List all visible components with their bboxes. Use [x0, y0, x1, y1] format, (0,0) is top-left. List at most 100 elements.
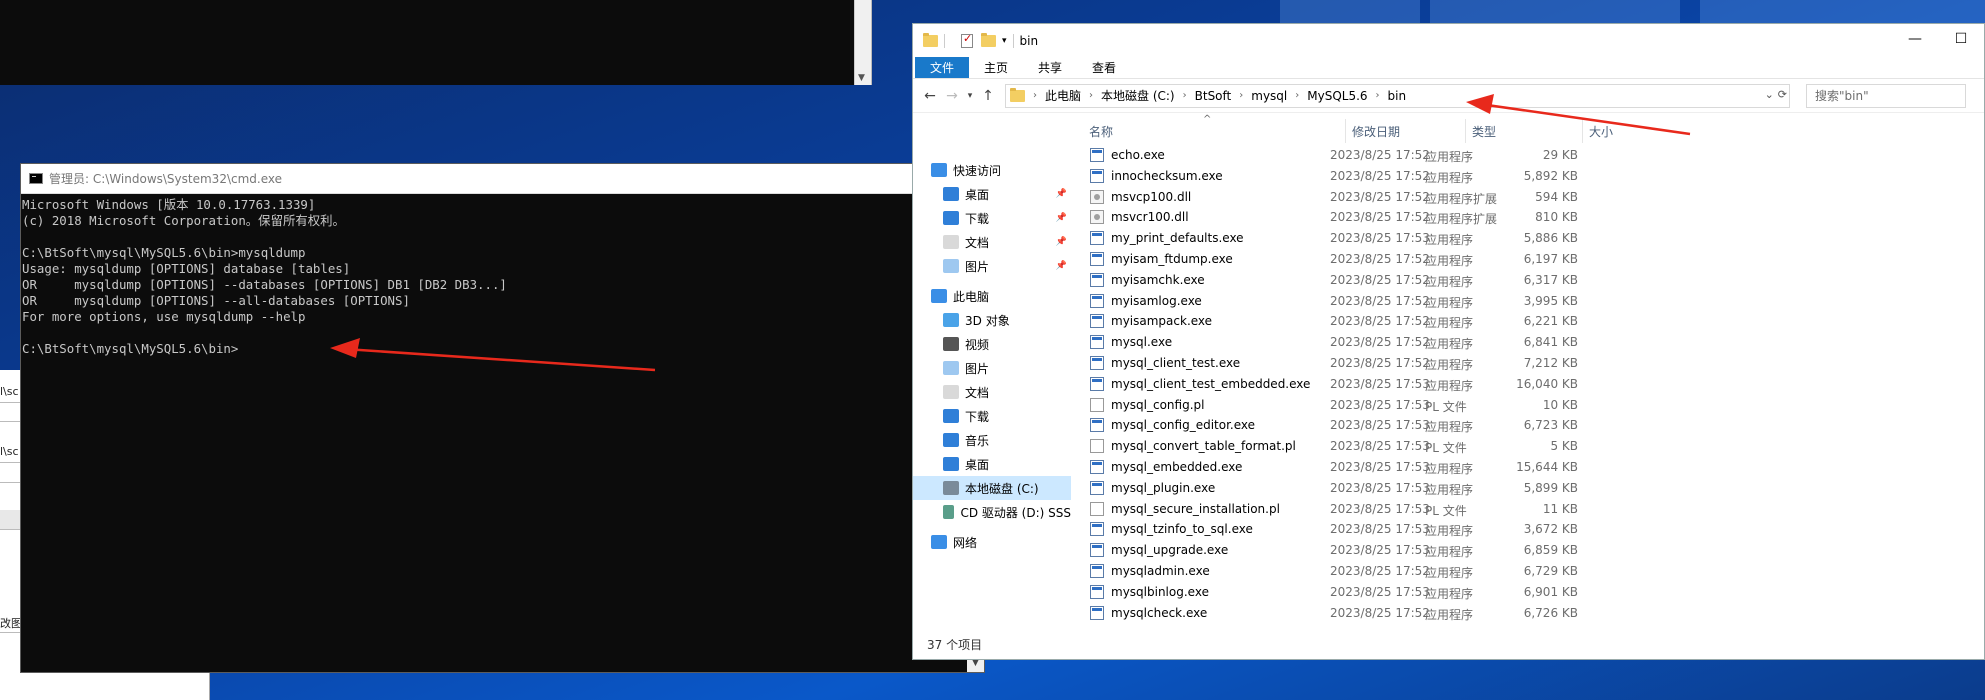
file-type: 应用程序 — [1425, 150, 1474, 164]
nav-item[interactable]: 此电脑 — [913, 284, 1071, 308]
scroll-down-icon[interactable]: ▼ — [967, 658, 984, 672]
file-row[interactable]: msvcp100.dll 2023/8/25 17:52 应用程序扩展 594 KB — [1083, 187, 1703, 208]
tab-share[interactable]: 共享 — [1023, 57, 1077, 78]
chevron-right-icon[interactable]: › — [1295, 90, 1299, 101]
tab-file[interactable]: 文件 — [915, 57, 970, 78]
column-header-name[interactable]: 名称 — [1083, 119, 1345, 143]
nav-item[interactable]: 网络 — [913, 530, 1071, 554]
console-line: Usage: mysqldump [OPTIONS] database [tab… — [22, 261, 351, 276]
search-input[interactable]: 搜索"bin" — [1806, 83, 1966, 108]
nav-item[interactable]: 音乐 — [913, 428, 1071, 452]
file-row[interactable]: mysql_secure_installation.pl 2023/8/25 17… — [1083, 499, 1703, 520]
address-row: ← → ▾ ↑ › 此电脑 › 本地磁盘 (C:) › BtSoft › mys… — [913, 79, 1984, 113]
breadcrumb-item[interactable]: MySQL5.6 — [1307, 89, 1367, 103]
nav-item[interactable]: 桌面 — [913, 452, 1071, 476]
nav-item[interactable]: 视频 — [913, 332, 1071, 356]
nav-item[interactable]: 文档 📌 — [913, 230, 1071, 254]
pin-icon[interactable]: 📌 — [1056, 261, 1067, 271]
file-row[interactable]: mysql_client_test_embedded.exe 2023/8/25 … — [1083, 374, 1703, 395]
nav-item[interactable]: 快速访问 — [913, 158, 1071, 182]
file-row[interactable]: echo.exe 2023/8/25 17:52 应用程序 29 KB — [1083, 145, 1703, 166]
breadcrumb-item[interactable]: mysql — [1251, 89, 1287, 103]
breadcrumb-item[interactable]: 本地磁盘 (C:) — [1101, 87, 1175, 104]
pin-icon[interactable]: 📌 — [1056, 237, 1067, 247]
back-icon[interactable]: ← — [919, 88, 941, 104]
file-size: 6,841 KB — [1523, 335, 1578, 350]
file-row[interactable]: myisamchk.exe 2023/8/25 17:52 应用程序 6,317 KB — [1083, 270, 1703, 291]
file-list: ^ 名称 修改日期 类型 大小 echo.exe 2023/8/25 17:52 应… — [1083, 114, 1984, 639]
pin-icon[interactable]: 📌 — [1056, 189, 1067, 199]
console-output[interactable]: Microsoft Windows [版本 10.0.17763.1339] (c… — [21, 194, 984, 360]
quick-access-dropdown-icon[interactable]: ▾ — [1002, 36, 1007, 46]
new-folder-icon[interactable] — [981, 32, 996, 47]
breadcrumb-item[interactable]: BtSoft — [1195, 89, 1232, 103]
maximize-button[interactable]: ☐ — [1938, 24, 1984, 54]
file-row[interactable]: msvcr100.dll 2023/8/25 17:52 应用程序扩展 810 KB — [1083, 207, 1703, 228]
file-type: 应用程序 — [1425, 274, 1474, 289]
chevron-right-icon[interactable]: › — [1376, 90, 1380, 101]
file-row[interactable]: mysqlcheck.exe 2023/8/25 17:52 应用程序 6,726 K… — [1083, 603, 1703, 624]
chevron-right-icon[interactable]: › — [1183, 90, 1187, 101]
tab-home[interactable]: 主页 — [969, 57, 1023, 78]
application-icon — [1090, 272, 1104, 287]
pin-icon[interactable]: 📌 — [1056, 213, 1067, 223]
file-row[interactable]: mysql_convert_table_format.pl 2023/8/25 1… — [1083, 436, 1703, 457]
vertical-scrollbar[interactable]: ▼ — [854, 0, 871, 85]
file-row[interactable]: innochecksum.exe 2023/8/25 17:52 应用程序 5,892… — [1083, 166, 1703, 187]
nav-item[interactable]: 图片 — [913, 356, 1071, 380]
forward-icon[interactable]: → — [941, 88, 963, 104]
column-header-size[interactable]: 大小 — [1582, 119, 1702, 143]
file-row[interactable]: mysql_config.pl 2023/8/25 17:53 PL 文件 10 KB — [1083, 395, 1703, 416]
chevron-right-icon[interactable]: › — [1239, 90, 1243, 101]
file-explorer-window[interactable]: ▾ bin — ☐ 文件 主页 共享 查看 ← → ▾ ↑ › 此电脑 › 本地… — [912, 23, 1985, 660]
nav-item[interactable]: 下载 📌 — [913, 206, 1071, 230]
address-bar[interactable]: › 此电脑 › 本地磁盘 (C:) › BtSoft › mysql › MyS… — [1005, 83, 1790, 108]
column-header-date[interactable]: 修改日期 — [1345, 119, 1465, 143]
console-line: (c) 2018 Microsoft Corporation。保留所有权利。 — [22, 213, 345, 228]
file-row[interactable]: my_print_defaults.exe 2023/8/25 17:53 应用程序… — [1083, 228, 1703, 249]
cd-drive-icon — [943, 505, 955, 519]
column-header-type[interactable]: 类型 — [1465, 119, 1582, 143]
file-row[interactable]: mysql.exe 2023/8/25 17:52 应用程序 6,841 KB — [1083, 332, 1703, 353]
chevron-down-icon[interactable]: ⌄ — [1765, 88, 1774, 101]
file-name: mysqladmin.exe — [1111, 564, 1210, 578]
minimize-button[interactable]: — — [1892, 24, 1938, 54]
file-size: 6,729 KB — [1523, 564, 1578, 578]
file-row[interactable]: mysql_embedded.exe 2023/8/25 17:53 应用程序 15,… — [1083, 457, 1703, 478]
file-row[interactable]: mysql_upgrade.exe 2023/8/25 17:53 应用程序 6,85… — [1083, 540, 1703, 561]
nav-item[interactable]: 图片 📌 — [913, 254, 1071, 278]
nav-item[interactable]: 文档 — [913, 380, 1071, 404]
up-icon[interactable]: ↑ — [977, 88, 999, 104]
file-row[interactable]: myisam_ftdump.exe 2023/8/25 17:52 应用程序 6,19… — [1083, 249, 1703, 270]
file-row[interactable]: myisampack.exe 2023/8/25 17:52 应用程序 6,221 K… — [1083, 311, 1703, 332]
file-row[interactable]: mysql_config_editor.exe 2023/8/25 17:53 应用… — [1083, 415, 1703, 436]
file-row[interactable]: mysqladmin.exe 2023/8/25 17:52 应用程序 6,729 K… — [1083, 561, 1703, 582]
application-icon — [1090, 335, 1104, 350]
file-row[interactable]: mysql_client_test.exe 2023/8/25 17:52 应用程序… — [1083, 353, 1703, 374]
file-name: mysql_embedded.exe — [1111, 460, 1243, 474]
file-row[interactable]: mysql_plugin.exe 2023/8/25 17:53 应用程序 5,899… — [1083, 478, 1703, 499]
nav-item[interactable]: 3D 对象 — [913, 308, 1071, 332]
nav-item-label: 音乐 — [965, 433, 990, 448]
scroll-down-icon[interactable]: ▼ — [858, 73, 865, 83]
breadcrumb-item-current[interactable]: bin — [1388, 89, 1407, 103]
nav-item[interactable]: 本地磁盘 (C:) — [913, 476, 1071, 500]
cmd-titlebar[interactable]: 管理员: C:\Windows\System32\cmd.exe — — [21, 164, 984, 194]
picture-icon — [943, 259, 959, 273]
nav-item[interactable]: CD 驱动器 (D:) SSS — [913, 500, 1071, 524]
properties-icon[interactable] — [961, 32, 973, 48]
breadcrumb-item[interactable]: 此电脑 — [1045, 87, 1081, 104]
tab-view[interactable]: 查看 — [1077, 57, 1131, 78]
file-row[interactable]: mysql_tzinfo_to_sql.exe 2023/8/25 17:53 应用… — [1083, 519, 1703, 540]
cmd-window[interactable]: 管理员: C:\Windows\System32\cmd.exe — Micro… — [20, 163, 985, 673]
recent-dropdown-icon[interactable]: ▾ — [963, 91, 977, 101]
explorer-titlebar[interactable]: ▾ bin — ☐ — [913, 24, 1984, 57]
chevron-right-icon[interactable]: › — [1033, 90, 1037, 101]
nav-item[interactable]: 下载 — [913, 404, 1071, 428]
nav-item[interactable]: 桌面 📌 — [913, 182, 1071, 206]
file-row[interactable]: myisamlog.exe 2023/8/25 17:52 应用程序 3,995 KB — [1083, 291, 1703, 312]
file-type: PL 文件 — [1425, 399, 1467, 414]
file-row[interactable]: mysqlbinlog.exe 2023/8/25 17:53 应用程序 6,901 … — [1083, 582, 1703, 603]
refresh-icon[interactable]: ⟳ — [1778, 88, 1787, 101]
chevron-right-icon[interactable]: › — [1089, 90, 1093, 101]
